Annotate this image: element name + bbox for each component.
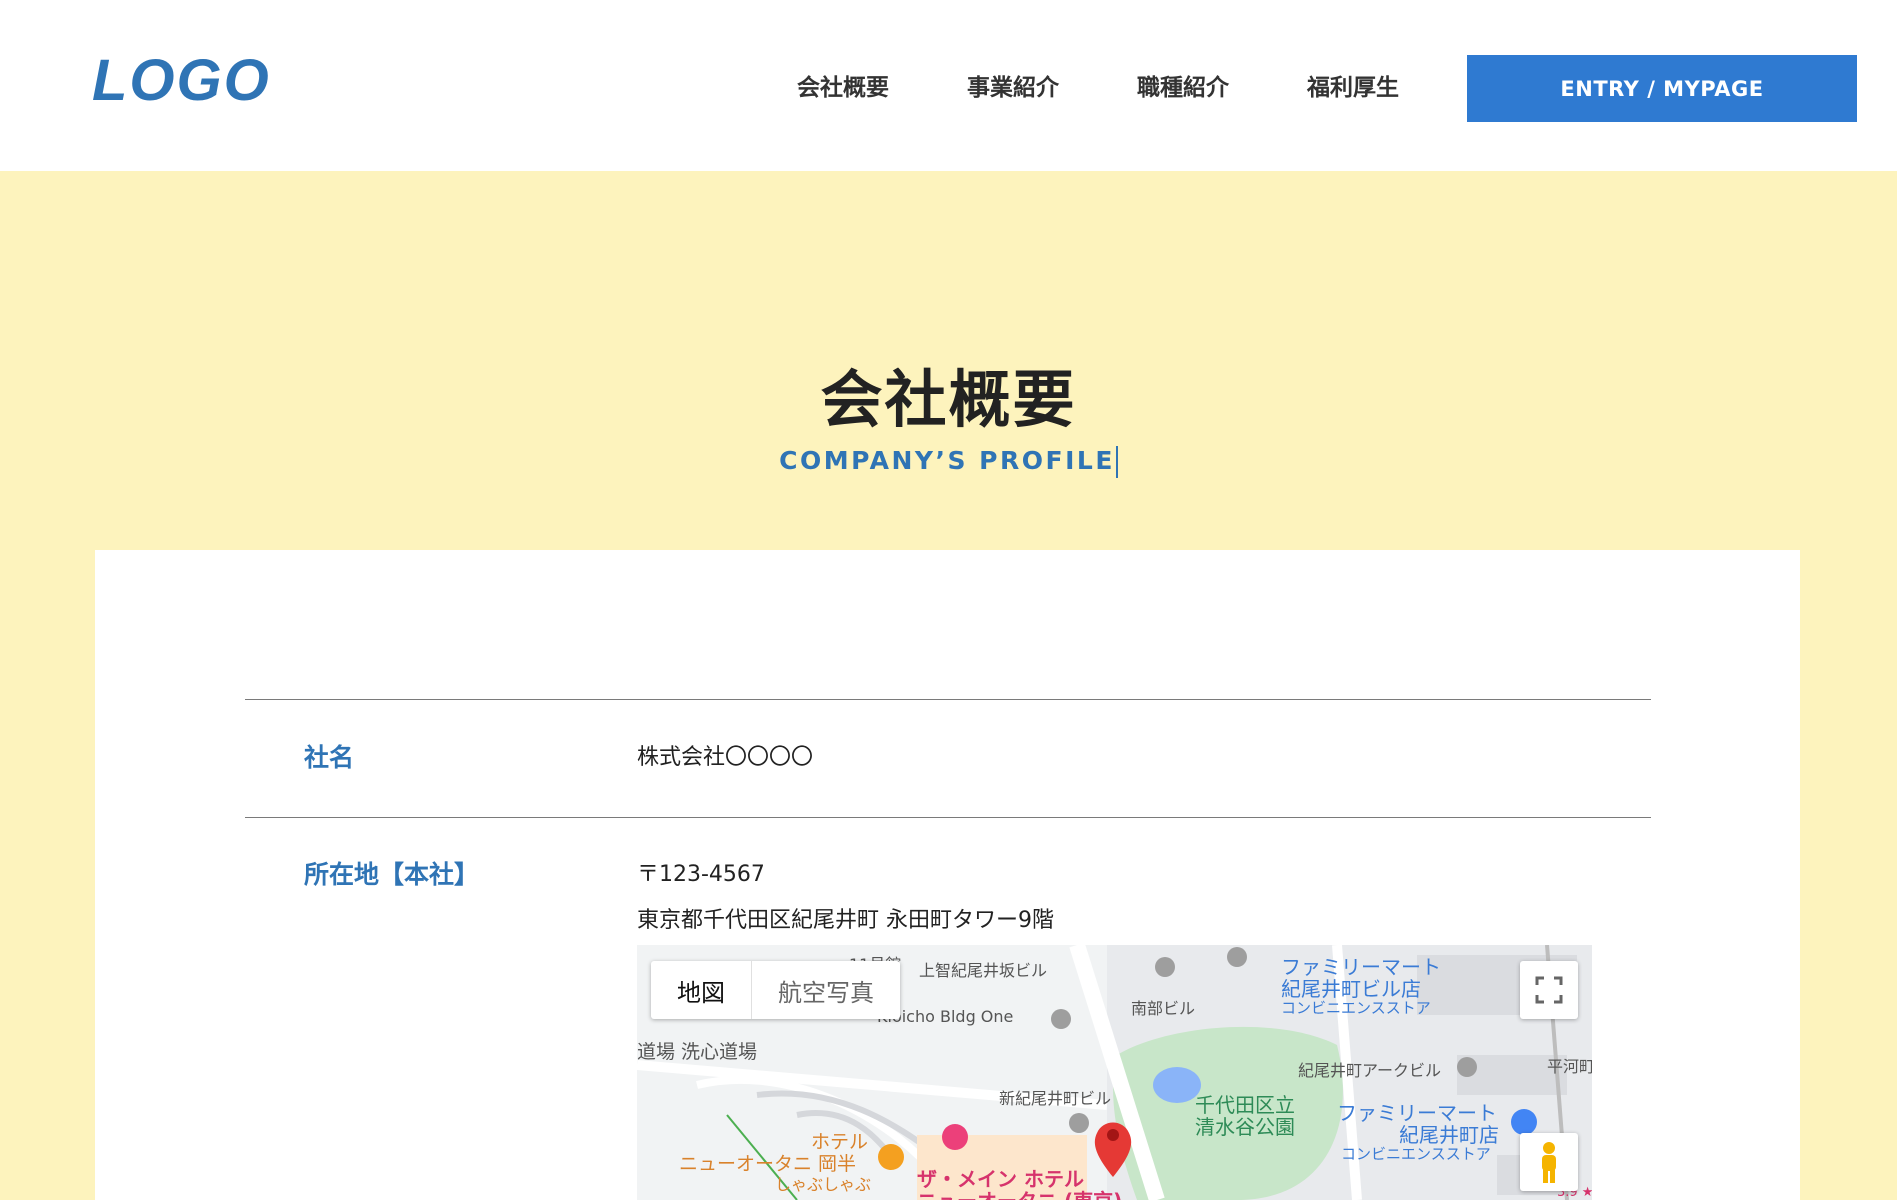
row-label-company-name: 社名 [304, 743, 355, 772]
fullscreen-icon [1535, 976, 1563, 1004]
nav-item-company[interactable]: 会社概要 [797, 70, 889, 106]
entry-mypage-button[interactable]: ENTRY / MYPAGE [1467, 55, 1857, 122]
row-value-address: 東京都千代田区紀尾井町 永田町タワー9階 [637, 908, 1054, 933]
map-type-map-button[interactable]: 地図 [651, 961, 751, 1019]
map-type-control: 地図 航空写真 [651, 961, 900, 1019]
map-label: コンビニエンスストア [1281, 999, 1431, 1017]
row-value-company-name: 株式会社〇〇〇〇 [637, 745, 814, 770]
text-caret [1115, 446, 1118, 478]
row-divider [245, 817, 1651, 818]
map-label: 平河町 [1547, 1057, 1592, 1076]
fullscreen-button[interactable] [1520, 961, 1578, 1019]
pegman-icon [1542, 1142, 1556, 1183]
nav-item-welfare[interactable]: 福利厚生 [1307, 70, 1399, 106]
row-label-address: 所在地【本社】 [304, 860, 480, 889]
map-label: ニューオータニ (東京) [917, 1185, 1122, 1200]
page-title: 会社概要 [820, 363, 1077, 436]
page-subtitle-text: COMPANY’S PROFILE [779, 446, 1115, 475]
site-logo[interactable]: LOGO [92, 46, 271, 116]
map-type-satellite-button[interactable]: 航空写真 [751, 961, 900, 1019]
map-label: 道場 洗心道場 [637, 1041, 758, 1063]
nav-item-business[interactable]: 事業紹介 [967, 70, 1059, 106]
map-label: 紀尾井町アークビル [1298, 1061, 1442, 1080]
map-label: 新紀尾井町ビル [999, 1089, 1112, 1108]
nav-item-jobs[interactable]: 職種紹介 [1137, 70, 1229, 106]
embedded-map[interactable]: 11号館 上智紀尾井坂ビル Kioicho Bldg One 南部ビル 道場 洗… [637, 945, 1592, 1200]
profile-card: 社名 株式会社〇〇〇〇 所在地【本社】 〒123-4567 東京都千代田区紀尾井… [95, 550, 1800, 1200]
page-subtitle: COMPANY’S PROFILE [0, 443, 1897, 479]
row-value-postal-code: 〒123-4567 [637, 862, 765, 887]
map-label: しゃぶしゃぶ [775, 1175, 872, 1194]
map-label: コンビニエンスストア [1341, 1145, 1491, 1163]
row-divider [245, 699, 1651, 700]
map-label: 南部ビル [1131, 999, 1196, 1018]
street-view-button[interactable] [1520, 1133, 1578, 1191]
site-header: LOGO 会社概要 事業紹介 職種紹介 福利厚生 ENTRY / MYPAGE [0, 0, 1897, 171]
map-label: 上智紀尾井坂ビル [919, 961, 1048, 980]
map-label: 清水谷公園 [1195, 1115, 1295, 1139]
